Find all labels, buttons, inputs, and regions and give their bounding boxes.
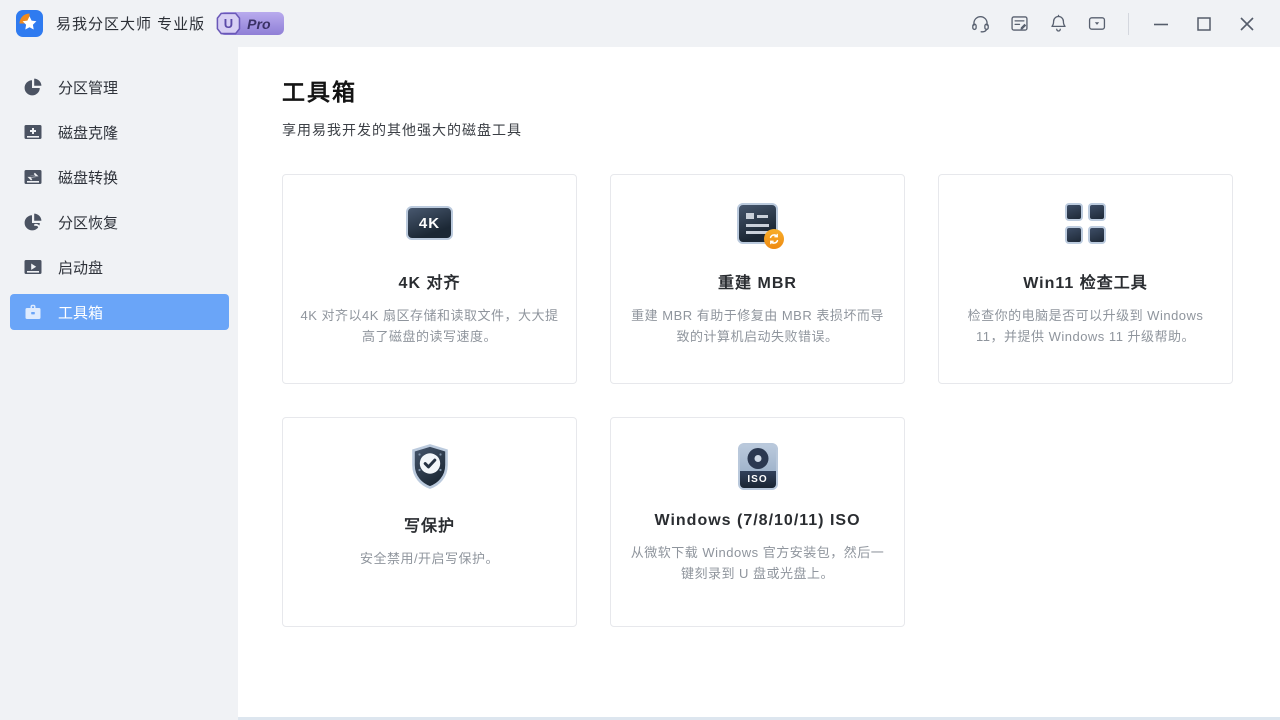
sidebar-item-disk-clone[interactable]: 磁盘克隆 [10, 114, 229, 150]
card-description: 安全禁用/开启写保护。 [283, 549, 576, 570]
sidebar: 分区管理 磁盘克隆 磁盘转换 [0, 47, 238, 720]
toolbox-icon [23, 302, 43, 322]
sidebar-item-label: 分区恢复 [58, 212, 118, 233]
app-logo-icon [16, 10, 43, 37]
headset-icon[interactable] [969, 13, 991, 35]
feedback-icon[interactable] [1008, 13, 1030, 35]
sidebar-item-label: 工具箱 [58, 302, 103, 323]
titlebar-separator [1128, 13, 1129, 35]
sidebar-item-partition-recovery[interactable]: 分区恢复 [10, 204, 229, 240]
partition-recovery-icon [23, 212, 43, 232]
sidebar-item-boot-disk[interactable]: 启动盘 [10, 249, 229, 285]
card-description: 4K 对齐以4K 扇区存储和读取文件，大大提高了磁盘的读写速度。 [283, 306, 576, 348]
win11-checker-icon [939, 198, 1232, 248]
sidebar-item-disk-convert[interactable]: 磁盘转换 [10, 159, 229, 195]
card-windows-iso[interactable]: ISO Windows (7/8/10/11) ISO 从微软下载 Window… [610, 417, 905, 627]
maximize-button[interactable] [1193, 13, 1215, 35]
pro-u-emblem-icon: U [215, 11, 242, 41]
rebuild-mbr-icon [611, 198, 904, 248]
disk-clone-icon [23, 122, 43, 142]
card-title: 重建 MBR [611, 269, 904, 293]
titlebar-right [952, 13, 1280, 35]
card-description: 检查你的电脑是否可以升级到 Windows 11，并提供 Windows 11 … [939, 306, 1232, 348]
sidebar-item-label: 分区管理 [58, 77, 118, 98]
card-description: 从微软下载 Windows 官方安装包，然后一键刻录到 U 盘或光盘上。 [611, 543, 904, 585]
card-title: Win11 检查工具 [939, 269, 1232, 293]
main-content: 工具箱 享用易我开发的其他强大的磁盘工具 4K 4K 对齐 4K 对齐以4K 扇… [238, 47, 1280, 720]
close-button[interactable] [1236, 13, 1258, 35]
tool-cards: 4K 4K 对齐 4K 对齐以4K 扇区存储和读取文件，大大提高了磁盘的读写速度… [282, 174, 1268, 660]
card-win11-checker[interactable]: Win11 检查工具 检查你的电脑是否可以升级到 Windows 11，并提供 … [938, 174, 1233, 384]
boot-disk-icon [23, 257, 43, 277]
pro-badge: U Pro [219, 12, 283, 35]
titlebar: 易我分区大师 专业版 U Pro [0, 0, 1280, 47]
sidebar-item-label: 启动盘 [58, 257, 103, 278]
pie-chart-icon [23, 77, 43, 97]
sidebar-item-label: 磁盘转换 [58, 167, 118, 188]
sidebar-item-toolbox[interactable]: 工具箱 [10, 294, 229, 330]
iso-icon-text: ISO [740, 471, 776, 488]
minimize-button[interactable] [1150, 13, 1172, 35]
card-write-protection[interactable]: 写保护 安全禁用/开启写保护。 [282, 417, 577, 627]
windows-iso-icon: ISO [611, 441, 904, 491]
card-rebuild-mbr[interactable]: 重建 MBR 重建 MBR 有助于修复由 MBR 表损坏而导致的计算机启动失败错… [610, 174, 905, 384]
svg-text:U: U [224, 16, 233, 31]
refresh-badge-icon [764, 229, 784, 249]
titlebar-left: 易我分区大师 专业版 U Pro [0, 10, 284, 37]
card-title: 4K 对齐 [283, 269, 576, 293]
bell-icon[interactable] [1047, 13, 1069, 35]
4k-align-icon: 4K [283, 198, 576, 248]
card-description: 重建 MBR 有助于修复由 MBR 表损坏而导致的计算机启动失败错误。 [611, 306, 904, 348]
page-title: 工具箱 [282, 73, 357, 107]
app-title: 易我分区大师 专业版 [56, 13, 205, 34]
menu-dropdown-icon[interactable] [1086, 13, 1108, 35]
sidebar-item-partition-management[interactable]: 分区管理 [10, 69, 229, 105]
pro-badge-label: Pro [247, 16, 270, 32]
disk-convert-icon [23, 167, 43, 187]
page-subtitle: 享用易我开发的其他强大的磁盘工具 [282, 120, 522, 140]
sidebar-item-label: 磁盘克隆 [58, 122, 118, 143]
card-4k-alignment[interactable]: 4K 4K 对齐 4K 对齐以4K 扇区存储和读取文件，大大提高了磁盘的读写速度… [282, 174, 577, 384]
card-title: Windows (7/8/10/11) ISO [611, 512, 904, 530]
card-title: 写保护 [283, 512, 576, 536]
write-protection-icon [283, 441, 576, 491]
4k-icon-text: 4K [406, 206, 453, 240]
